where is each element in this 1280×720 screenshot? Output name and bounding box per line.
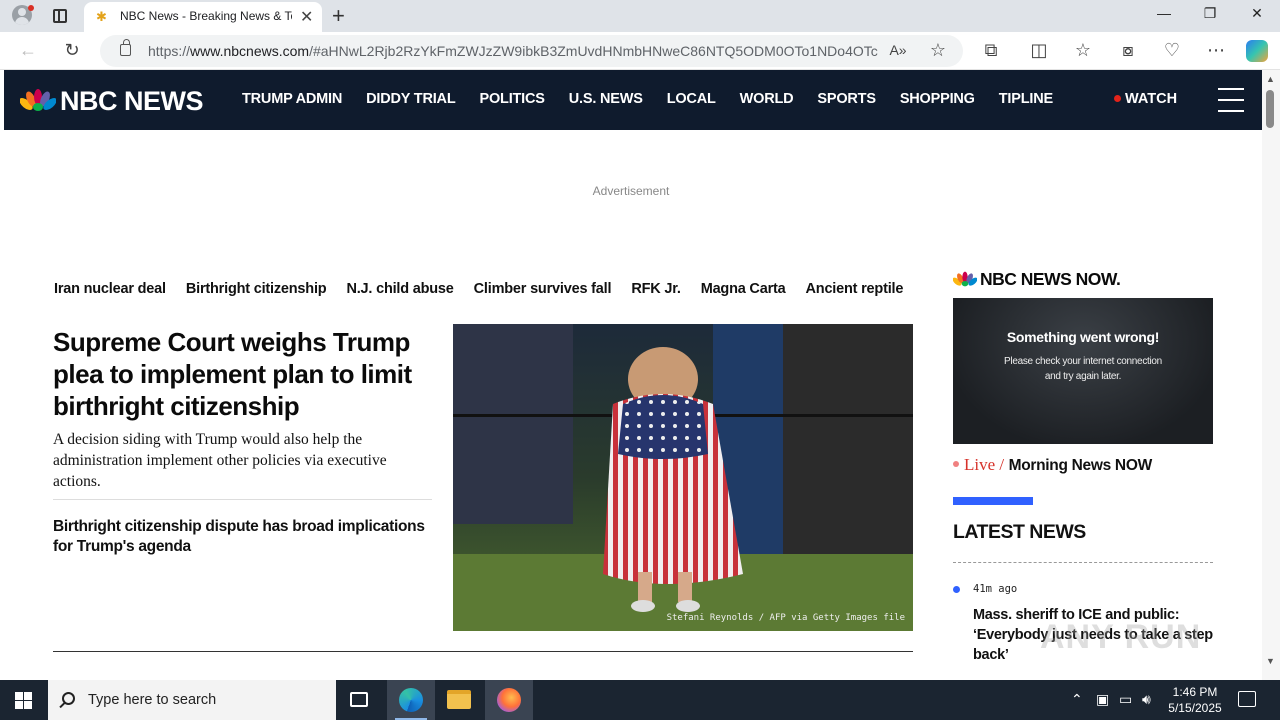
trending-link[interactable]: N.J. child abuse [346, 281, 453, 297]
nav-links: TRUMP ADMIN DIDDY TRIAL POLITICS U.S. NE… [242, 91, 1053, 107]
nav-link-shopping[interactable]: SHOPPING [900, 91, 975, 107]
site-navigation: NBC NEWS TRUMP ADMIN DIDDY TRIAL POLITIC… [4, 70, 1262, 130]
trending-link[interactable]: Ancient reptile [806, 281, 904, 297]
tab-actions-icon[interactable] [53, 9, 67, 23]
nav-link-tipline[interactable]: TIPLINE [999, 91, 1053, 107]
now-brand-text: NBC NEWS NOW. [980, 269, 1121, 289]
peacock-logo-icon [953, 271, 977, 287]
read-aloud-icon[interactable]: A» [887, 40, 909, 60]
live-indicator-dot [953, 460, 959, 467]
nav-link-us-news[interactable]: U.S. NEWS [569, 91, 643, 107]
nbc-peacock-favicon-icon: ✱ [96, 9, 107, 24]
lead-dek: A decision siding with Trump would also … [53, 431, 387, 490]
news-item-bullet [953, 586, 960, 593]
tab-title: NBC News - Breaking News & Top Stories [120, 9, 292, 23]
settings-more-icon[interactable]: ⋯ [1205, 40, 1227, 60]
split-screen-icon[interactable]: ◫ [1028, 40, 1050, 60]
peacock-logo-icon [20, 89, 56, 111]
extensions-icon[interactable]: ⧉ [980, 40, 1002, 60]
video-error-message: Please check your internet connection an… [1004, 356, 1162, 382]
nav-link-trump-admin[interactable]: TRUMP ADMIN [242, 91, 342, 107]
search-icon [62, 692, 75, 705]
taskbar-firefox[interactable] [485, 680, 533, 720]
trending-link[interactable]: RFK Jr. [631, 281, 681, 297]
nav-link-sports[interactable]: SPORTS [817, 91, 876, 107]
divider [53, 499, 432, 500]
new-tab-button[interactable]: + [332, 3, 345, 29]
live-label: Live / [964, 455, 1005, 474]
restore-button[interactable]: ❐ [1200, 5, 1220, 22]
trending-topics: Iran nuclear deal Birthright citizenship… [54, 281, 903, 297]
nav-link-politics[interactable]: POLITICS [479, 91, 544, 107]
show-name: Morning News NOW [1008, 457, 1153, 474]
nav-link-diddy-trial[interactable]: DIDDY TRIAL [366, 91, 456, 107]
browser-essentials-icon[interactable]: ♡ [1161, 40, 1183, 60]
live-video-player[interactable]: Something went wrong! Please check your … [953, 298, 1213, 444]
task-view-button[interactable] [336, 680, 384, 720]
anyrun-watermark: ANY RUN [1040, 618, 1202, 656]
favorites-icon[interactable]: ☆ [1072, 40, 1094, 60]
image-credit: Stefani Reynolds / AFP via Getty Images … [666, 613, 905, 623]
watch-live-button[interactable]: WATCH [1114, 91, 1177, 107]
tray-device-icon[interactable]: ▣ [1096, 691, 1109, 708]
child-flag-dress-photo [453, 324, 913, 631]
copilot-icon[interactable] [1246, 40, 1268, 62]
browser-titlebar: ✱ NBC News - Breaking News & Top Stories… [0, 0, 1280, 32]
volume-icon[interactable]: 🔊︎ [1142, 691, 1151, 708]
windows-taskbar: Type here to search ⌃ ▣ ▭ 🔊︎ 1:46 PM 5/1… [0, 680, 1280, 720]
lead-headline[interactable]: Supreme Court weighs Trump plea to imple… [53, 326, 433, 422]
firefox-icon [497, 688, 521, 712]
url-text[interactable]: https://www.nbcnews.com/#aHNwL2Rjb2RzYkF… [148, 43, 878, 59]
network-icon[interactable]: ▭ [1119, 691, 1132, 708]
back-arrow-icon[interactable]: ← [17, 40, 39, 60]
related-story-link[interactable]: Birthright citizenship dispute has broad… [53, 517, 433, 557]
page-scrollbar[interactable]: ▲ ▼ [1262, 70, 1280, 680]
news-item-time: 41m ago [973, 583, 1018, 595]
hamburger-menu-icon[interactable] [1218, 88, 1244, 112]
browser-tab-active[interactable]: ✱ NBC News - Breaking News & Top Stories… [84, 2, 322, 32]
trending-link[interactable]: Climber survives fall [474, 281, 612, 297]
favorite-star-icon[interactable]: ☆ [927, 40, 949, 60]
refresh-icon[interactable]: ↻ [61, 40, 83, 60]
tray-overflow-chevron-icon[interactable]: ⌃ [1071, 691, 1083, 708]
taskbar-edge[interactable] [387, 680, 435, 720]
collections-icon[interactable]: ⧇ [1117, 40, 1139, 60]
live-show-link[interactable]: Live / Morning News NOW [953, 455, 1152, 475]
notification-dot [28, 5, 34, 11]
section-divider [53, 651, 913, 652]
latest-news-heading: LATEST NEWS [953, 521, 1086, 543]
search-placeholder: Type here to search [88, 692, 217, 708]
taskbar-search-box[interactable]: Type here to search [48, 680, 336, 720]
nav-link-local[interactable]: LOCAL [667, 91, 716, 107]
address-bar[interactable]: https://www.nbcnews.com/#aHNwL2Rjb2RzYkF… [100, 35, 963, 67]
notification-center-icon[interactable] [1238, 691, 1256, 707]
trending-link[interactable]: Birthright citizenship [186, 281, 327, 297]
task-view-icon [350, 692, 368, 707]
edge-browser-icon [399, 688, 423, 712]
trending-link[interactable]: Magna Carta [701, 281, 786, 297]
scroll-down-arrow-icon[interactable]: ▼ [1266, 656, 1275, 666]
browser-toolbar: ← ↻ https://www.nbcnews.com/#aHNwL2Rjb2R… [0, 32, 1280, 70]
clock-time: 1:46 PM [1172, 685, 1218, 699]
nav-link-world[interactable]: WORLD [740, 91, 794, 107]
scroll-up-arrow-icon[interactable]: ▲ [1266, 74, 1275, 84]
tab-close-icon[interactable]: ✕ [300, 7, 313, 27]
clock-date: 5/15/2025 [1168, 701, 1222, 715]
taskbar-file-explorer[interactable] [435, 680, 483, 720]
video-error-title: Something went wrong! [1006, 329, 1160, 345]
accent-bar [953, 497, 1033, 505]
lock-icon[interactable] [120, 39, 131, 56]
windows-start-icon[interactable] [15, 692, 32, 709]
file-explorer-icon [447, 690, 471, 709]
lead-story-image[interactable]: Stefani Reynolds / AFP via Getty Images … [453, 324, 913, 631]
scrollbar-thumb[interactable] [1266, 90, 1274, 128]
dashed-divider [953, 562, 1213, 563]
trending-link[interactable]: Iran nuclear deal [54, 281, 166, 297]
minimize-button[interactable]: — [1154, 5, 1174, 21]
advertisement-label: Advertisement [592, 184, 670, 198]
close-window-button[interactable]: ✕ [1247, 5, 1267, 22]
logo-text: NBC NEWS [60, 86, 204, 116]
taskbar-clock[interactable]: 1:46 PM 5/15/2025 [1164, 684, 1226, 716]
